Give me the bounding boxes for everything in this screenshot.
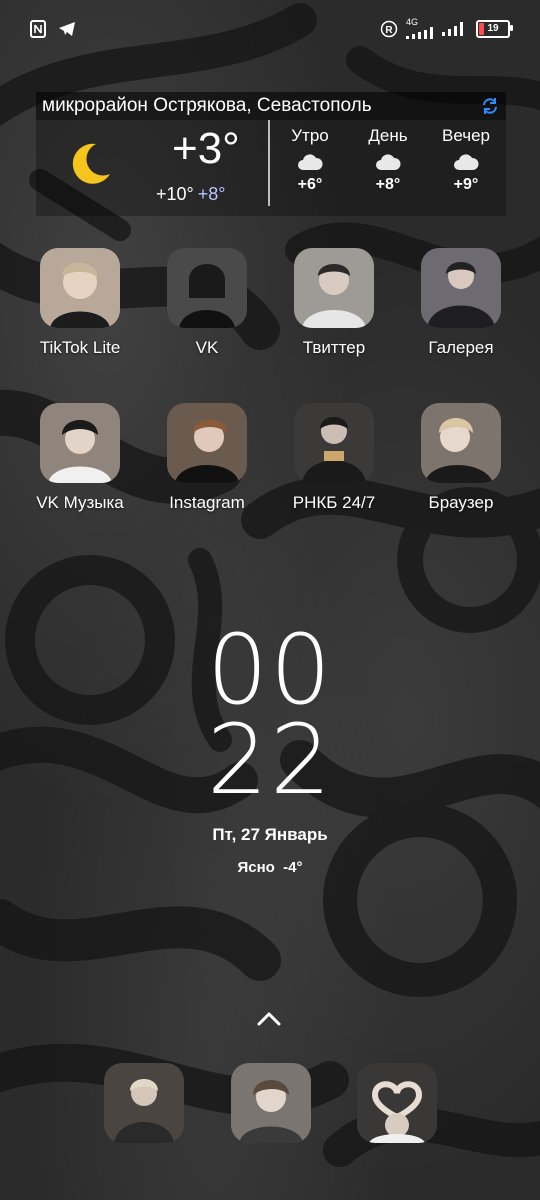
app-icon[interactable] <box>421 403 501 483</box>
person-photo-icon <box>114 1079 174 1143</box>
app-vk[interactable]: VK <box>152 248 262 358</box>
person-photo-icon <box>175 419 239 483</box>
chevron-up-icon[interactable] <box>256 1008 282 1030</box>
person-photo-icon <box>427 262 495 328</box>
cloud-icon <box>376 154 401 170</box>
app-icon[interactable] <box>167 403 247 483</box>
app-label: VK <box>195 338 219 357</box>
app-twitter[interactable]: Твиттер <box>279 248 389 358</box>
weather-divider <box>268 120 270 206</box>
svg-text:R: R <box>385 25 393 36</box>
clock-weather: Ясно -4° <box>237 859 303 876</box>
temperature-high: +10° <box>156 184 194 204</box>
app-label: Instagram <box>169 493 245 512</box>
app-icon[interactable] <box>294 403 374 483</box>
app-label: Браузер <box>428 493 494 512</box>
app-gallery[interactable]: Галерея <box>406 248 516 358</box>
network-label: 4G <box>406 17 419 27</box>
app-label: VK Музыка <box>36 493 124 512</box>
forecast-label: Утро <box>291 126 329 145</box>
nfc-icon <box>30 20 46 38</box>
app-label: Твиттер <box>302 338 366 357</box>
telegram-icon <box>58 21 76 37</box>
weather-location-bar: микрорайон Острякова, Севастополь <box>36 92 506 120</box>
app-label: TikTok Lite <box>39 338 121 357</box>
app-icon[interactable] <box>167 248 247 328</box>
dock-app-2[interactable] <box>231 1063 311 1143</box>
app-icon[interactable] <box>40 403 120 483</box>
app-label: РНКБ 24/7 <box>292 493 376 512</box>
person-photo-icon <box>239 1080 303 1143</box>
battery-level-text: 19 <box>487 23 499 34</box>
cloud-icon <box>298 154 323 170</box>
current-temperature: +3° <box>172 124 240 173</box>
app-rnkb[interactable]: РНКБ 24/7 <box>279 403 389 513</box>
refresh-icon[interactable] <box>480 96 500 116</box>
battery-fill <box>479 22 484 35</box>
moon-icon <box>72 143 110 184</box>
app-icon[interactable] <box>294 248 374 328</box>
battery-icon: 19 <box>476 19 513 38</box>
app-tiktok-lite[interactable]: TikTok Lite <box>25 248 135 358</box>
forecast-label: День <box>368 126 408 145</box>
weather-location: микрорайон Острякова, Севастополь <box>42 95 372 116</box>
dock-app-1[interactable] <box>104 1063 184 1143</box>
person-photo-icon <box>425 418 493 483</box>
forecast-temp: +9° <box>453 176 479 193</box>
weather-widget[interactable]: микрорайон Острякова, Севастополь +3° +1… <box>36 92 506 220</box>
forecast-day: День +8° <box>358 126 418 194</box>
person-photo-icon <box>48 420 112 483</box>
app-icon[interactable] <box>421 248 501 328</box>
app-vk-music[interactable]: VK Музыка <box>25 403 135 513</box>
person-photo-icon <box>50 262 110 328</box>
signal-4g-icon: 4G <box>406 18 434 39</box>
clock-minutes: 22 <box>206 704 334 816</box>
forecast-label: Вечер <box>442 126 490 145</box>
forecast-morning: Утро +6° <box>280 126 340 194</box>
app-browser[interactable]: Браузер <box>406 403 516 513</box>
app-icon[interactable] <box>40 248 120 328</box>
app-label: Галерея <box>428 338 494 357</box>
cloud-icon <box>454 154 479 170</box>
clock-date: Пт, 27 Январь <box>212 825 328 844</box>
forecast-evening: Вечер +9° <box>436 126 496 194</box>
forecast-temp: +8° <box>375 176 401 193</box>
signal-icon <box>442 21 468 36</box>
forecast-temp: +6° <box>297 176 323 193</box>
person-photo-icon <box>179 264 235 328</box>
temperature-range: +10° +8° <box>156 184 225 205</box>
weather-panel: +3° +10° +8° Утро +6° День +8° Вечер +9° <box>36 120 506 216</box>
temperature-low: +8° <box>197 184 226 204</box>
status-bar: R 4G 19 <box>0 0 540 60</box>
clock-widget[interactable]: 00 22 Пт, 27 Январь Ясно -4° <box>0 614 540 876</box>
app-instagram[interactable]: Instagram <box>152 403 262 513</box>
clock-hours: 00 <box>206 614 334 726</box>
registered-icon: R <box>380 20 398 38</box>
dock-app-3[interactable] <box>357 1063 437 1143</box>
person-photo-icon <box>369 1081 425 1143</box>
person-photo-icon <box>302 264 366 328</box>
person-photo-icon <box>302 417 366 483</box>
